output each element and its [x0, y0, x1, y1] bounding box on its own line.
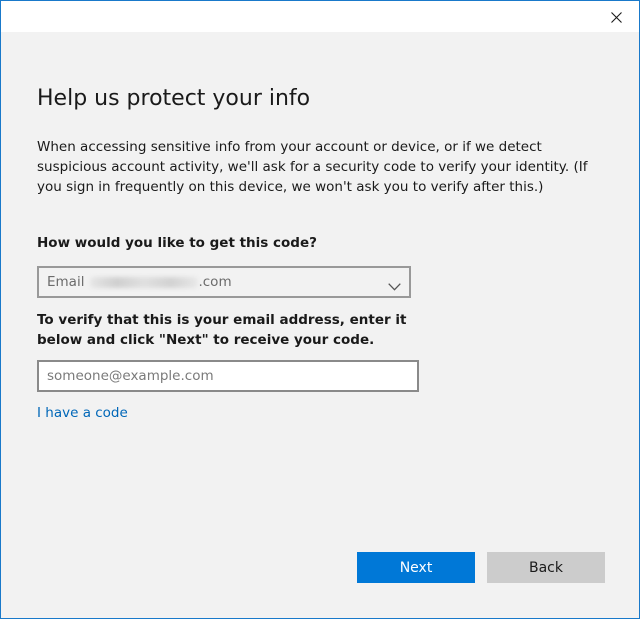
close-icon [610, 11, 622, 23]
verification-method-dropdown[interactable]: Email .com [37, 266, 411, 298]
email-field[interactable] [37, 360, 419, 392]
method-question-label: How would you like to get this code? [37, 235, 317, 251]
redacted-email-blur [90, 276, 199, 288]
title-bar [1, 1, 639, 32]
description-text: When accessing sensitive info from your … [37, 139, 588, 195]
page-title: Help us protect your info [37, 86, 311, 111]
dropdown-selected-suffix: .com [198, 274, 232, 290]
security-dialog-window: Help us protect your info When accessing… [0, 0, 640, 619]
chevron-down-icon [388, 276, 401, 295]
verify-email-instructions: To verify that this is your email addres… [37, 312, 407, 348]
i-have-a-code-link[interactable]: I have a code [37, 405, 128, 421]
next-button[interactable]: Next [357, 552, 475, 583]
dropdown-selected-prefix: Email [47, 274, 85, 290]
back-button[interactable]: Back [487, 552, 605, 583]
close-button[interactable] [599, 4, 633, 30]
